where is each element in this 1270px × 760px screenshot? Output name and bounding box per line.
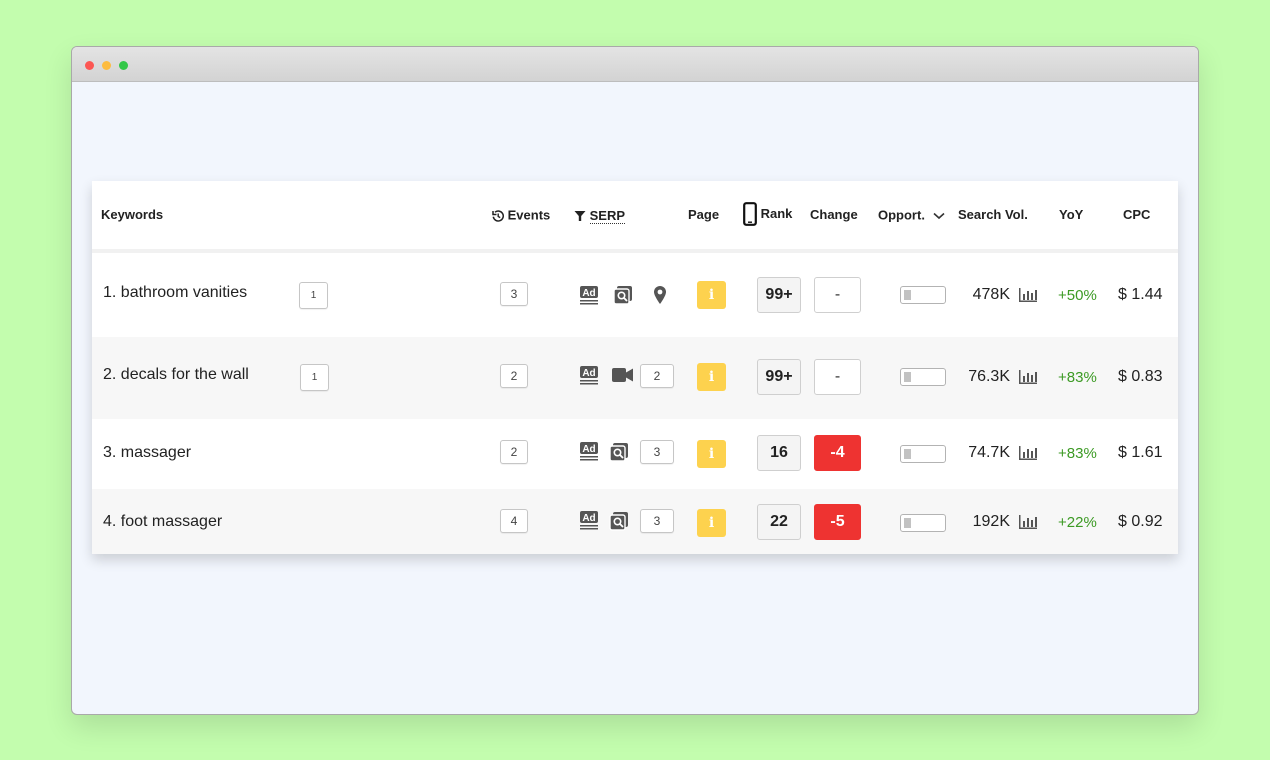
row-number: 3. [103, 444, 117, 461]
svg-text:Ad: Ad [582, 513, 595, 524]
page-info-badge[interactable]: i [697, 281, 726, 309]
image-icon [613, 286, 632, 305]
change-badge: -4 [814, 435, 861, 471]
browser-window: Keywords Events SERP Page Rank Change Op… [71, 46, 1199, 715]
rank-badge: 16 [757, 435, 801, 471]
keyword-label: foot massager [120, 513, 223, 530]
mobile-phone-icon [743, 202, 757, 226]
close-window-button[interactable] [85, 61, 94, 70]
change-badge: -5 [814, 504, 861, 540]
opportunity-bar-fill [904, 290, 911, 300]
header-page[interactable]: Page [688, 207, 719, 223]
header-change[interactable]: Change [810, 207, 858, 223]
yoy-change: +83% [1058, 369, 1097, 386]
page-info-badge[interactable]: i [697, 363, 726, 391]
header-keywords[interactable]: Keywords [101, 207, 163, 223]
table-header: Keywords Events SERP Page Rank Change Op… [92, 181, 1178, 249]
header-opportunity-label: Opport. [878, 207, 925, 223]
table-row[interactable]: 4. foot massager 4 Ad 3 i 22 -5 192K +22… [92, 489, 1178, 554]
page-count-badge[interactable]: 1 [300, 364, 329, 391]
ad-icon: Ad [580, 286, 598, 305]
header-yoy[interactable]: YoY [1059, 207, 1083, 223]
header-serp[interactable]: SERP [574, 207, 626, 224]
keyword-text[interactable]: 2. decals for the wall [103, 366, 249, 384]
header-cpc[interactable]: CPC [1123, 207, 1150, 223]
bar-chart-icon[interactable] [1018, 446, 1038, 460]
keyword-label: massager [120, 444, 192, 461]
image-icon [609, 443, 628, 462]
change-badge: - [814, 277, 861, 313]
events-count-badge[interactable]: 2 [500, 364, 528, 388]
search-volume: 76.3K [968, 368, 1010, 385]
cpc-value: $ 0.92 [1118, 513, 1163, 530]
row-number: 2. [103, 366, 117, 383]
table-row[interactable]: 3. massager 2 Ad 3 i 16 -4 74.7K +83% $ … [92, 419, 1178, 489]
cpc-value: $ 1.61 [1118, 444, 1163, 461]
events-count-badge[interactable]: 2 [500, 440, 528, 464]
keyword-text[interactable]: 1. bathroom vanities [103, 284, 247, 302]
page-info-badge[interactable]: i [697, 440, 726, 468]
page-count-badge[interactable]: 1 [299, 282, 328, 309]
keyword-text[interactable]: 4. foot massager [103, 513, 222, 531]
keyword-label: decals for the wall [120, 366, 249, 383]
yoy-change: +50% [1058, 287, 1097, 304]
bar-chart-icon[interactable] [1018, 515, 1038, 529]
minimize-window-button[interactable] [102, 61, 111, 70]
header-events[interactable]: Events [492, 207, 550, 224]
cpc-value: $ 1.44 [1118, 286, 1163, 303]
opportunity-bar-fill [904, 518, 911, 528]
change-badge: - [814, 359, 861, 395]
maximize-window-button[interactable] [119, 61, 128, 70]
serp-features-count[interactable]: 3 [640, 509, 674, 533]
video-camera-icon [612, 368, 633, 382]
page-info-badge[interactable]: i [697, 509, 726, 537]
filter-icon [574, 210, 586, 221]
bar-chart-icon[interactable] [1018, 288, 1038, 302]
table-row[interactable]: 2. decals for the wall 1 2 Ad 2 i 99+ - … [92, 337, 1178, 419]
rank-badge: 99+ [757, 359, 801, 395]
yoy-change: +22% [1058, 514, 1097, 531]
svg-text:Ad: Ad [582, 444, 595, 455]
opportunity-bar-fill [904, 449, 911, 459]
rank-badge: 22 [757, 504, 801, 540]
search-volume: 478K [972, 286, 1010, 303]
search-volume: 192K [972, 513, 1010, 530]
keywords-table: Keywords Events SERP Page Rank Change Op… [92, 181, 1178, 554]
table-row[interactable]: 1. bathroom vanities 1 3 Ad i 99+ - 478K… [92, 253, 1178, 337]
events-count-badge[interactable]: 4 [500, 509, 528, 533]
row-number: 4. [103, 513, 117, 530]
opportunity-bar-fill [904, 372, 911, 382]
svg-text:Ad: Ad [582, 288, 595, 299]
row-number: 1. [103, 284, 117, 301]
header-rank-label: Rank [760, 206, 793, 221]
header-events-label: Events [507, 207, 551, 223]
rank-badge: 99+ [757, 277, 801, 313]
svg-text:Ad: Ad [582, 368, 595, 379]
header-opportunity[interactable]: Opport. [878, 207, 945, 224]
bar-chart-icon[interactable] [1018, 370, 1038, 384]
ad-icon: Ad [580, 366, 598, 385]
header-serp-label: SERP [589, 207, 626, 224]
image-icon [609, 512, 628, 531]
yoy-change: +83% [1058, 445, 1097, 462]
map-pin-icon [654, 286, 666, 304]
header-search-volume[interactable]: Search Vol. [958, 207, 1028, 223]
header-rank[interactable]: Rank [743, 202, 792, 226]
ad-icon: Ad [580, 511, 598, 530]
window-titlebar [72, 47, 1198, 82]
cpc-value: $ 0.83 [1118, 368, 1163, 385]
keyword-text[interactable]: 3. massager [103, 444, 191, 462]
events-count-badge[interactable]: 3 [500, 282, 528, 306]
chevron-down-icon [933, 212, 945, 219]
search-volume: 74.7K [968, 444, 1010, 461]
ad-icon: Ad [580, 442, 598, 461]
history-icon [492, 209, 504, 222]
keyword-label: bathroom vanities [120, 284, 248, 301]
serp-features-count[interactable]: 3 [640, 440, 674, 464]
serp-features-count[interactable]: 2 [640, 364, 674, 388]
